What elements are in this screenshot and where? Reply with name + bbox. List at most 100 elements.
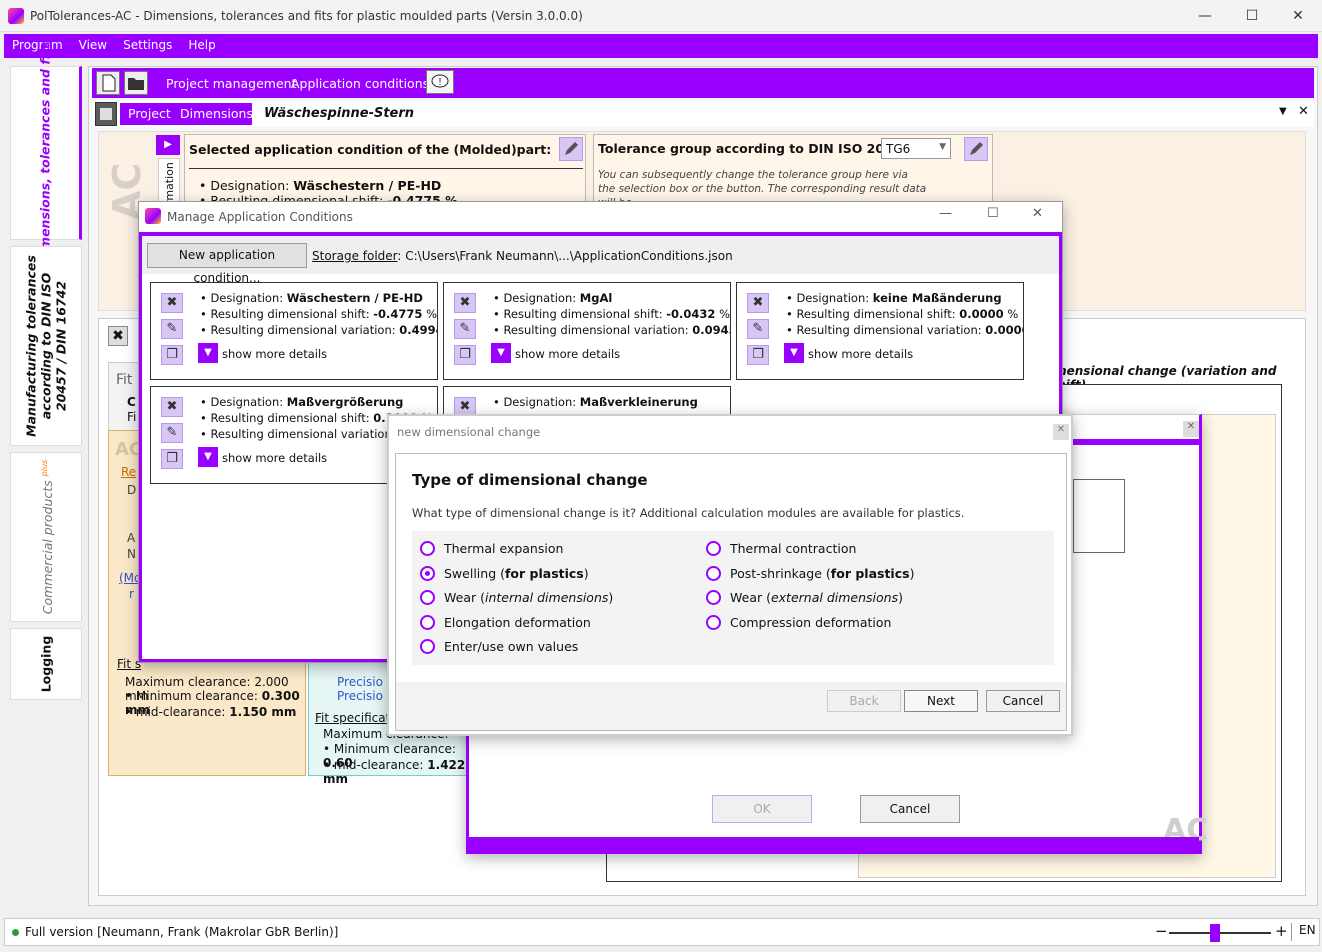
- menu-settings[interactable]: Settings: [115, 34, 180, 52]
- chevron-down-icon[interactable]: ▼: [198, 343, 218, 363]
- designation-label: Designation:: [210, 178, 290, 193]
- card-variation: • Resulting dimensional variation: 0.094…: [493, 323, 730, 337]
- delete-icon[interactable]: ✖: [161, 397, 183, 417]
- card-designation-label: Designation:: [503, 395, 577, 409]
- card-designation-value: Wäschestern / PE-HD: [286, 291, 423, 305]
- radio-button[interactable]: [420, 590, 435, 605]
- options-group: Thermal expansion Swelling (for plastics…: [412, 531, 1054, 665]
- duplicate-icon[interactable]: ❐: [454, 345, 476, 365]
- dropdown-arrow-icon[interactable]: ▼: [1279, 106, 1287, 117]
- selected-condition-title: Selected application condition of the (M…: [189, 142, 552, 157]
- sidebar-tab-dimensions[interactable]: Dimensions, tolerances and fits: [10, 41, 82, 265]
- card-shift: • Resulting dimensional shift: 0.0000 %: [786, 307, 1019, 321]
- radio-button[interactable]: [420, 639, 435, 654]
- expand-right-icon[interactable]: ▶: [156, 135, 180, 155]
- c-label: C: [127, 395, 136, 409]
- sidebar-tab-commercial[interactable]: Commercial products plus: [10, 452, 82, 622]
- radio-button[interactable]: [420, 614, 435, 630]
- zoom-slider[interactable]: [1169, 924, 1271, 942]
- show-more-details[interactable]: show more details: [808, 347, 913, 361]
- show-more-details[interactable]: show more details: [222, 347, 327, 361]
- option-label: Thermal expansion: [444, 541, 563, 556]
- card-shift-value: -0.4775: [373, 307, 423, 321]
- maximize-icon[interactable]: ☐: [1242, 6, 1262, 26]
- edit-icon[interactable]: ✎: [161, 319, 183, 339]
- edit-tolerance-icon[interactable]: [964, 137, 988, 161]
- menu-help[interactable]: Help: [180, 34, 223, 52]
- chevron-down-icon[interactable]: ▼: [784, 343, 804, 363]
- radio-button[interactable]: [420, 541, 435, 556]
- f-label: Fi: [127, 410, 137, 424]
- duplicate-icon[interactable]: ❐: [161, 345, 183, 365]
- info-bubble-icon[interactable]: [426, 70, 454, 94]
- delete-icon[interactable]: ✖: [161, 293, 183, 313]
- back-button[interactable]: Back: [827, 690, 901, 712]
- precision-1: Precisio: [337, 675, 383, 689]
- new-file-icon[interactable]: [96, 71, 120, 95]
- chevron-down-icon[interactable]: ▼: [491, 343, 511, 363]
- delete-x-icon[interactable]: ✖: [108, 326, 128, 346]
- selected-designation-row: • Designation: Wäschestern / PE-HD: [199, 178, 442, 193]
- edit-icon[interactable]: ✎: [161, 423, 183, 443]
- storage-folder: Storage folder: C:\Users\Frank Neumann\.…: [312, 249, 733, 263]
- storage-folder-link[interactable]: Storage folder: [312, 249, 397, 263]
- mid-clearance-row: • mid-clearance: 1.150 mm: [125, 705, 297, 719]
- radio-button[interactable]: [706, 590, 721, 605]
- sidebar-tab-logging[interactable]: Logging: [10, 628, 82, 700]
- breadcrumb: Project Dimensions Wäschespinne-Stern ▼ …: [92, 101, 1314, 127]
- radio-button[interactable]: [706, 541, 721, 556]
- duplicate-icon[interactable]: ❐: [747, 345, 769, 365]
- manage-maximize-icon[interactable]: ☐: [987, 206, 999, 221]
- manage-close-icon[interactable]: ✕: [1032, 206, 1043, 221]
- breadcrumb-project[interactable]: Project: [128, 106, 171, 121]
- new-condition-button[interactable]: New application condition...: [147, 243, 307, 285]
- status-text: Full version [Neumann, Frank (Makrolar G…: [25, 925, 339, 939]
- zoom-slider-thumb[interactable]: [1210, 924, 1220, 942]
- close-icon[interactable]: ✕: [1288, 6, 1308, 26]
- next-button[interactable]: Next: [904, 690, 978, 712]
- option-emphasis: external dimensions: [770, 590, 899, 605]
- condition-card: ✖ • Designation: Maßverkleinerung: [443, 386, 731, 416]
- card-shift-unit: %: [719, 307, 731, 321]
- edit-icon[interactable]: ✎: [747, 319, 769, 339]
- chevron-down-icon: ▼: [939, 142, 946, 152]
- middle-dialog-close-icon[interactable]: ✕: [1183, 421, 1199, 437]
- open-folder-icon[interactable]: [124, 71, 148, 95]
- close-tab-icon[interactable]: ✕: [1298, 104, 1309, 119]
- ok-button[interactable]: OK: [712, 795, 812, 823]
- save-icon[interactable]: [95, 102, 117, 126]
- option-suffix: ): [583, 565, 589, 581]
- zoom-plus-icon[interactable]: +: [1275, 922, 1288, 940]
- cancel-button[interactable]: Cancel: [986, 690, 1060, 712]
- show-more-details[interactable]: show more details: [515, 347, 620, 361]
- radio-button[interactable]: [706, 614, 721, 630]
- edit-icon[interactable]: ✎: [454, 319, 476, 339]
- delete-icon[interactable]: ✖: [747, 293, 769, 313]
- option-text: Enter/use own values: [444, 639, 579, 654]
- delete-icon[interactable]: ✖: [454, 293, 476, 313]
- menu-view[interactable]: View: [71, 34, 115, 52]
- tolerance-group-select[interactable]: TG6 ▼: [881, 138, 951, 159]
- ref-link[interactable]: Re: [121, 465, 136, 479]
- radio-button[interactable]: [706, 565, 721, 581]
- cancel-button-middle[interactable]: Cancel: [860, 795, 960, 823]
- language-indicator[interactable]: EN: [1291, 923, 1316, 941]
- duplicate-icon[interactable]: ❐: [161, 449, 183, 469]
- option-text: Post-shrinkage (: [730, 565, 831, 581]
- sidebar-tab-manufacturing[interactable]: Manufacturing tolerances according to DI…: [10, 246, 82, 446]
- breadcrumb-dimensions[interactable]: Dimensions: [180, 106, 253, 121]
- title-bar: PolTolerances-AC - Dimensions, tolerance…: [0, 0, 1322, 32]
- new-change-close-icon[interactable]: ✕: [1053, 424, 1069, 440]
- sidebar-tab-commercial-wrap: Commercial products plus: [37, 460, 55, 614]
- zoom-minus-icon[interactable]: −: [1155, 922, 1168, 940]
- option-label: Wear (internal dimensions): [444, 590, 613, 605]
- minimize-icon[interactable]: —: [1195, 6, 1215, 26]
- manage-minimize-icon[interactable]: —: [939, 206, 952, 221]
- radio-button[interactable]: [420, 565, 435, 581]
- new-change-body: Type of dimensional change What type of …: [395, 453, 1067, 731]
- edit-pencil-icon[interactable]: [559, 137, 583, 161]
- show-more-details[interactable]: show more details: [222, 451, 327, 465]
- project-management-link[interactable]: Project management: [166, 76, 296, 91]
- chevron-down-icon[interactable]: ▼: [198, 447, 218, 467]
- application-conditions-link[interactable]: Application conditions: [291, 76, 429, 91]
